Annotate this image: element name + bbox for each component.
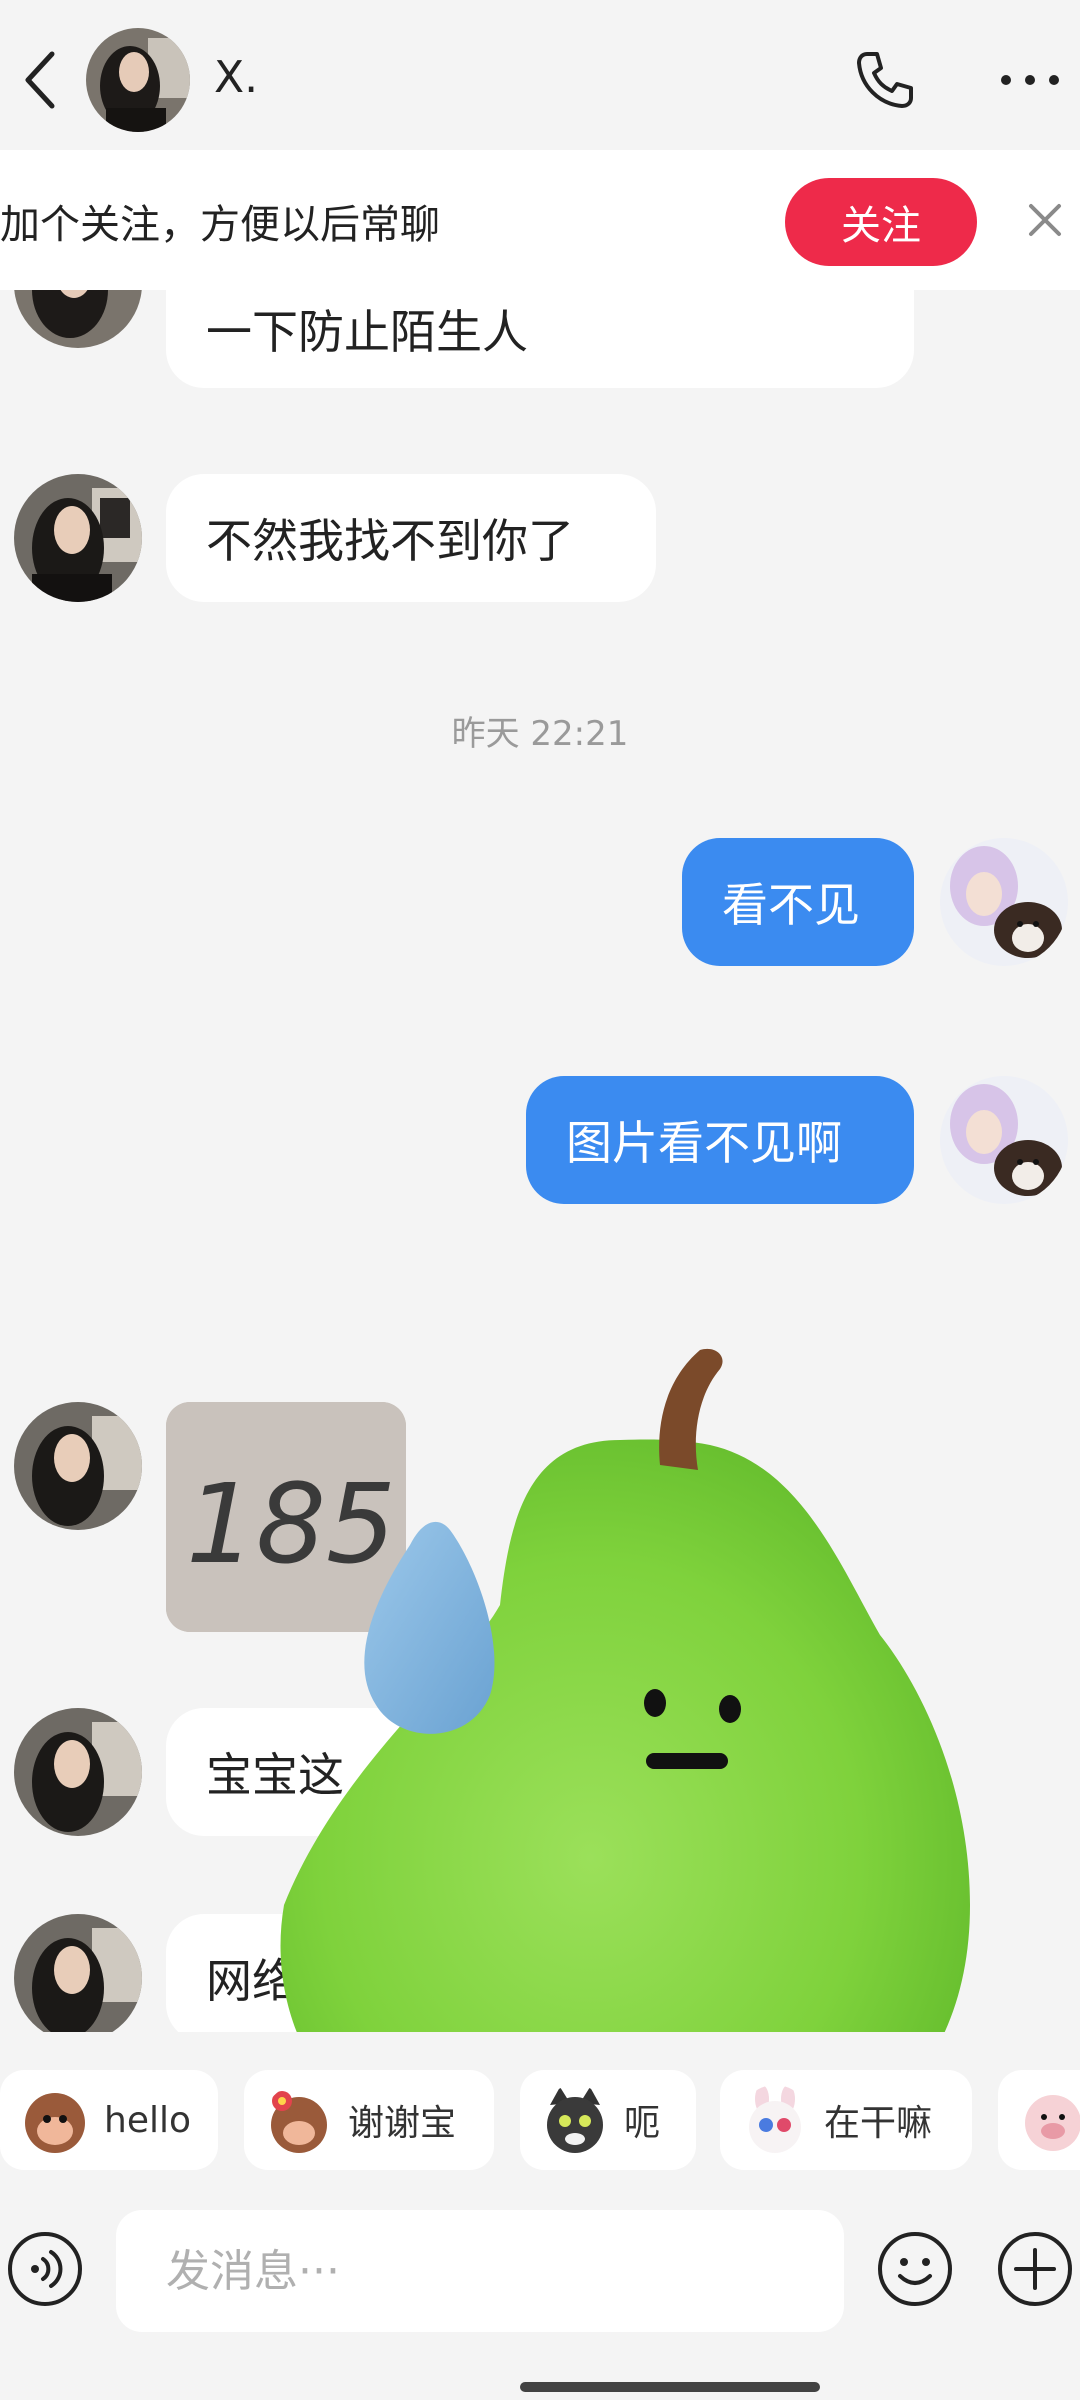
monkey-emoji-icon — [20, 2085, 90, 2155]
quick-reply-whatsup[interactable]: 在干嘛 — [720, 2070, 972, 2170]
message-bubble-outgoing[interactable]: 看不见 — [682, 838, 914, 966]
follow-button[interactable]: 关注 — [785, 178, 977, 266]
quick-reply-hello[interactable]: hello — [0, 2070, 218, 2170]
quick-reply-more[interactable] — [998, 2070, 1080, 2170]
contact-avatar[interactable] — [14, 290, 142, 348]
quick-reply-label: hello — [104, 2099, 191, 2141]
pig-emoji-icon — [1018, 2085, 1080, 2155]
voice-icon[interactable] — [6, 2230, 84, 2308]
monkey-flower-emoji-icon — [264, 2085, 334, 2155]
message-input-bar — [0, 2182, 1080, 2400]
message-bubble-outgoing[interactable]: 图片看不见啊 — [526, 1076, 914, 1204]
quick-reply-label: 在干嘛 — [824, 2103, 933, 2144]
phone-icon[interactable] — [850, 45, 920, 115]
quick-reply-bar[interactable]: hello 谢谢宝 呃 在干嘛 — [0, 2032, 1080, 2182]
cat-emoji-icon — [540, 2085, 610, 2155]
back-icon[interactable] — [10, 40, 70, 120]
message-text: 看不见 — [722, 878, 860, 932]
quick-reply-uh[interactable]: 呃 — [520, 2070, 696, 2170]
plus-icon[interactable] — [996, 2230, 1074, 2308]
contact-avatar[interactable] — [14, 1914, 142, 2032]
close-icon[interactable] — [1020, 195, 1070, 245]
quick-reply-thanks[interactable]: 谢谢宝 — [244, 2070, 494, 2170]
follow-prompt-text: 加个关注，方便以后常聊 — [0, 202, 440, 248]
contact-avatar[interactable] — [14, 474, 142, 602]
smiley-icon[interactable] — [876, 2230, 954, 2308]
chat-header: X. — [0, 0, 1080, 150]
quick-reply-label: 呃 — [624, 2103, 661, 2144]
my-avatar[interactable] — [940, 838, 1068, 966]
contact-name[interactable]: X. — [214, 52, 258, 103]
contact-avatar[interactable] — [86, 28, 190, 132]
message-text: 不然我找不到你了 — [206, 514, 574, 568]
pear-sticker[interactable] — [280, 1345, 980, 2032]
bunny-emoji-icon — [740, 2085, 810, 2155]
message-bubble-incoming[interactable]: 一下防止陌生人 — [166, 290, 914, 388]
message-timestamp: 昨天 22:21 — [451, 714, 629, 754]
message-list[interactable]: 一下防止陌生人 不然我找不到你了 昨天 22:21 看不见 图片看不见啊 185… — [0, 290, 1080, 2032]
message-text: 一下防止陌生人 — [206, 305, 528, 359]
my-avatar[interactable] — [940, 1076, 1068, 1204]
more-dots-icon[interactable] — [990, 50, 1070, 110]
contact-avatar[interactable] — [14, 1402, 142, 1530]
message-bubble-incoming[interactable]: 不然我找不到你了 — [166, 474, 656, 602]
follow-banner: 加个关注，方便以后常聊 关注 — [0, 150, 1080, 290]
quick-reply-label: 谢谢宝 — [348, 2103, 457, 2144]
message-text: 图片看不见啊 — [566, 1116, 842, 1170]
contact-avatar[interactable] — [14, 1708, 142, 1836]
message-input[interactable] — [116, 2210, 844, 2332]
home-indicator — [520, 2382, 820, 2392]
